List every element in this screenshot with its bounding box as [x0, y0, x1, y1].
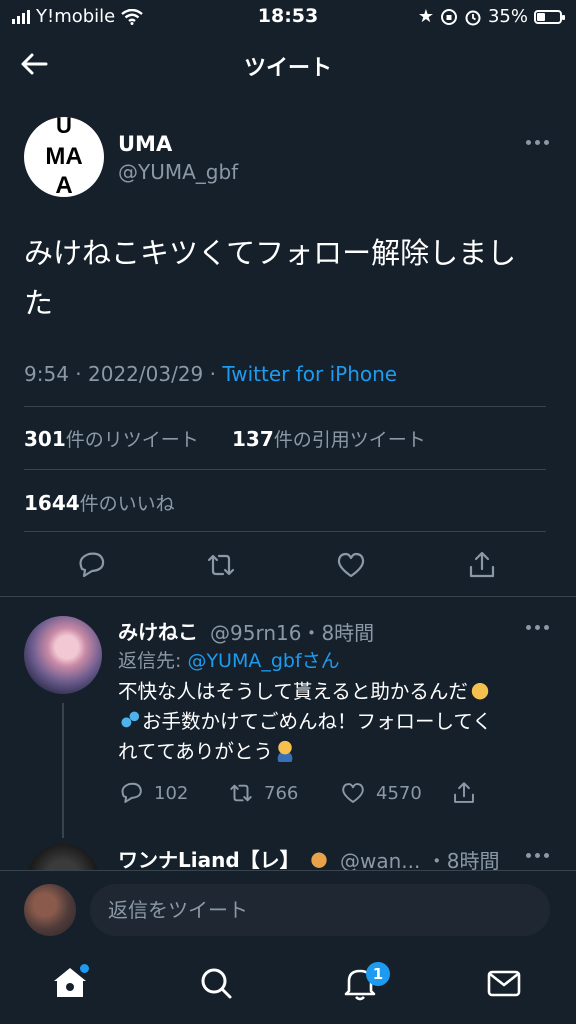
reply-author-name[interactable]: みけねこ [118, 616, 198, 645]
reply-retweet-action[interactable]: 766 [228, 780, 298, 806]
bowing-person-emoji-icon [272, 738, 297, 762]
reply-share-action[interactable] [451, 780, 477, 806]
page-title: ツイート [243, 56, 332, 81]
thread-line [62, 703, 64, 838]
search-icon[interactable] [196, 963, 236, 1003]
retweet-stats[interactable]: 301件のリツイート [24, 425, 199, 452]
reply-more-options-icon[interactable] [526, 625, 552, 633]
notifications-badge: 1 [366, 962, 390, 986]
svg-text:U: U [56, 117, 72, 138]
like-stats[interactable]: 1644件のいいね [24, 489, 175, 516]
tweet-meta: 9:54 · 2022/03/29 · Twitter for iPhone [24, 362, 397, 386]
reply-line-3: れててありがとう [118, 740, 273, 763]
reply-text: 不快な人はそうして貰えると助かるんだ お手数かけてごめんね！フォローしてく れて… [118, 677, 548, 767]
next-reply-author-name[interactable]: ワンナLiand【レ】 [118, 844, 331, 873]
reply-retweets-count: 766 [264, 782, 299, 804]
messages-envelope-icon[interactable] [484, 963, 524, 1003]
alarm-icon [465, 10, 481, 25]
reply-handle-time[interactable]: @95rn16・8時間 [210, 617, 374, 646]
home-new-dot [80, 964, 89, 973]
status-bar: Y!mobile 18:53 ★ 35% [0, 0, 576, 32]
reply-icon [121, 782, 142, 803]
author-name[interactable]: UMA [118, 132, 172, 156]
reply-like-action[interactable]: 4570 [340, 780, 422, 806]
reply-icon[interactable] [75, 549, 107, 581]
likes-count: 1644 [24, 491, 80, 515]
battery-icon [534, 9, 565, 24]
divider [24, 531, 546, 532]
like-heart-icon [342, 783, 364, 803]
svg-text:A: A [55, 172, 72, 197]
star-icon: ★ [417, 6, 434, 27]
likes-label: 件のいいね [79, 493, 175, 515]
share-icon [454, 782, 474, 803]
reply-line-2: お手数かけてごめんね！フォローしてく [142, 710, 492, 733]
reply-avatar[interactable] [24, 616, 102, 694]
meta-separator: · [203, 362, 223, 386]
orientation-lock-icon [440, 8, 457, 25]
divider [24, 406, 546, 407]
quote-stats[interactable]: 137件の引用ツイート [232, 425, 426, 452]
cat-emoji-icon [306, 847, 331, 871]
reply-to-prefix: 返信先: [118, 650, 188, 672]
divider [24, 469, 546, 470]
author-logo: U MA A [45, 117, 82, 197]
tweet-source-link[interactable]: Twitter for iPhone [222, 362, 397, 386]
tweet-text: みけねこキツくてフォロー解除しました [24, 236, 517, 320]
next-reply-more-options-icon[interactable] [526, 853, 552, 861]
retweet-icon[interactable] [205, 549, 237, 581]
divider [0, 596, 576, 597]
reply-reply-action[interactable]: 102 [118, 780, 188, 806]
author-avatar[interactable]: U MA A [24, 117, 104, 197]
next-reply-name-text: ワンナLiand【レ】 [118, 848, 300, 872]
svg-text:MA: MA [45, 143, 82, 170]
more-options-icon[interactable] [526, 140, 552, 148]
reply-to: 返信先: @YUMA_gbfさん [118, 646, 340, 673]
current-user-avatar [24, 884, 76, 936]
retweets-label: 件のリツイート [65, 429, 199, 451]
reply-to-handle[interactable]: @YUMA_gbfさん [187, 650, 339, 672]
like-heart-icon[interactable] [335, 549, 367, 581]
reply-line-1: 不快な人はそうして貰えると助かるんだ [118, 680, 468, 703]
reply-likes-count: 4570 [376, 782, 422, 804]
reply-replies-count: 102 [154, 782, 189, 804]
share-icon[interactable] [466, 549, 498, 581]
tweet-time: 9:54 [24, 362, 69, 386]
tweet-date: 2022/03/29 [88, 362, 204, 386]
meta-separator: · [68, 362, 88, 386]
retweet-icon [230, 784, 252, 802]
battery-percent: 35% [487, 6, 528, 27]
reply-input[interactable] [90, 884, 550, 936]
retweets-count: 301 [24, 427, 66, 451]
sweat-droplets-emoji-icon [118, 708, 142, 732]
quotes-label: 件の引用ツイート [273, 429, 426, 451]
status-right: ★ 35% [417, 6, 565, 27]
author-handle[interactable]: @YUMA_gbf [118, 160, 238, 184]
folded-hands-emoji-icon [467, 678, 492, 702]
quotes-count: 137 [232, 427, 274, 451]
